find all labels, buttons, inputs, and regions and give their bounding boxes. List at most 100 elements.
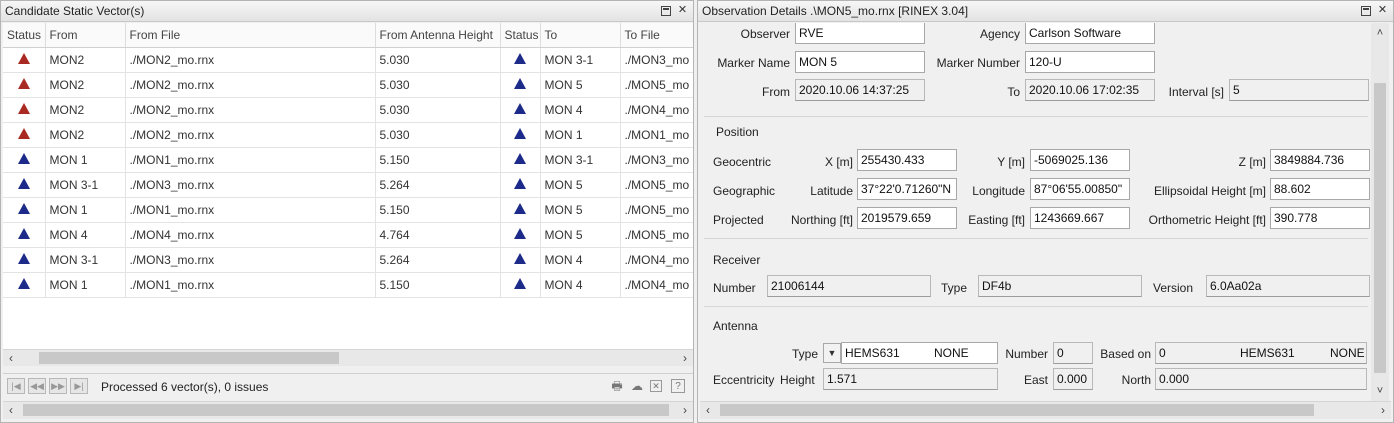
to-file-cell: ./MON3_mo — [620, 147, 693, 173]
next-page-icon[interactable]: ▶▶ — [49, 378, 67, 394]
x-field[interactable]: 255430.433 — [857, 149, 957, 171]
antenna-type-select[interactable]: HEMS631 NONE — [841, 342, 998, 364]
easting-field[interactable]: 1243669.667 — [1030, 207, 1130, 229]
agency-field[interactable]: Carlson Software — [1025, 23, 1155, 44]
table-row[interactable]: MON2 ./MON2_mo.rnx 5.030 MON 4 ./MON4_mo — [3, 97, 693, 123]
from-antenna-height-cell: 5.150 — [375, 197, 501, 223]
from-status-cell — [3, 247, 46, 273]
scrollbar-thumb[interactable] — [39, 352, 339, 364]
printer-icon[interactable]: 🖶 — [609, 378, 625, 394]
close-icon[interactable]: ✕ — [676, 4, 689, 17]
scroll-right-icon[interactable]: › — [677, 350, 693, 366]
prev-page-icon[interactable]: ◀◀ — [28, 378, 46, 394]
table-row[interactable]: MON2 ./MON2_mo.rnx 5.030 MON 1 ./MON1_mo — [3, 122, 693, 148]
col-header-from-status[interactable]: Status — [3, 23, 46, 48]
table-row[interactable]: MON 1 ./MON1_mo.rnx 5.150 MON 4 ./MON4_mo — [3, 272, 693, 298]
red-triangle-icon — [17, 127, 30, 139]
blue-triangle-icon — [514, 252, 526, 264]
col-header-to-status[interactable]: Status — [500, 23, 541, 48]
scrollbar-thumb[interactable] — [720, 404, 1314, 416]
geographic-label: Geographic — [713, 184, 776, 198]
vectors-table-area: Status From From File From Antenna Heigh… — [3, 23, 693, 349]
orthometric-height-field[interactable]: 390.778 — [1270, 207, 1370, 229]
scrollbar-thumb[interactable] — [23, 404, 669, 416]
scroll-up-icon[interactable]: ˄ — [1371, 25, 1389, 41]
blue-triangle-icon — [514, 127, 526, 139]
table-row[interactable]: MON2 ./MON2_mo.rnx 5.030 MON 5 ./MON5_mo — [3, 72, 693, 98]
marker-number-field[interactable]: 120-U — [1025, 51, 1155, 73]
chevron-down-icon[interactable]: ▼ — [823, 343, 841, 363]
panel-bottom-scrollbar[interactable]: ‹ › — [3, 401, 693, 419]
details-vertical-scrollbar[interactable]: ˄ ˅ — [1371, 23, 1389, 401]
from-status-cell — [3, 172, 46, 198]
based-on-label: Based on — [1100, 347, 1151, 361]
receiver-number-field: 21006144 — [767, 275, 931, 297]
to-status-cell — [500, 147, 541, 173]
scroll-right-icon[interactable]: › — [677, 402, 693, 418]
col-header-to[interactable]: To — [540, 23, 621, 48]
from-status-cell — [3, 122, 46, 148]
col-header-to-file[interactable]: To File — [620, 23, 693, 48]
table-row[interactable]: MON2 ./MON2_mo.rnx 5.030 MON 3-1 ./MON3_mo — [3, 47, 693, 73]
marker-number-label: Marker Number — [936, 56, 1020, 70]
marker-name-field[interactable]: MON 5 — [795, 51, 925, 73]
receiver-version-field: 6.0Aa02a — [1206, 275, 1370, 297]
export-icon[interactable]: ✕ — [650, 380, 662, 392]
scroll-right-icon[interactable]: › — [1375, 402, 1391, 418]
observation-details-panel: Observation Details .\MON5_mo.rnx [RINEX… — [697, 0, 1394, 423]
to-status-cell — [500, 247, 541, 273]
antenna-height-field: 1.571 — [823, 368, 998, 390]
table-horizontal-scrollbar[interactable]: ‹ › — [3, 349, 693, 366]
to-time-field: 2020.10.06 17:02:35 — [1025, 79, 1155, 101]
eccentricity-label: Eccentricity — [713, 373, 775, 387]
table-row[interactable]: MON 3-1 ./MON3_mo.rnx 5.264 MON 5 ./MON5_mo — [3, 172, 693, 198]
from-antenna-height-cell: 5.264 — [375, 247, 501, 273]
ellipsoidal-height-field[interactable]: 88.602 — [1270, 178, 1370, 200]
from-cell: MON 3-1 — [45, 247, 126, 273]
observer-field[interactable]: RVE — [795, 23, 925, 44]
from-antenna-height-cell: 5.264 — [375, 172, 501, 198]
based-on-field: 0 HEMS631 NONE — [1155, 342, 1367, 364]
from-file-cell: ./MON2_mo.rnx — [125, 72, 376, 98]
scroll-down-icon[interactable]: ˅ — [1371, 383, 1389, 399]
antenna-type-label: Type — [791, 347, 818, 361]
help-icon[interactable]: ? — [671, 379, 685, 393]
scroll-left-icon[interactable]: ‹ — [3, 402, 19, 418]
receiver-number-label: Number — [713, 281, 756, 295]
scroll-left-icon[interactable]: ‹ — [3, 350, 19, 366]
blue-triangle-icon — [17, 227, 30, 239]
restore-icon[interactable] — [661, 6, 671, 16]
table-row[interactable]: MON 3-1 ./MON3_mo.rnx 5.264 MON 4 ./MON4_mo — [3, 247, 693, 273]
close-icon[interactable]: ✕ — [1376, 4, 1389, 17]
table-row[interactable]: MON 4 ./MON4_mo.rnx 4.764 MON 5 ./MON5_mo — [3, 222, 693, 248]
col-header-from-antenna-height[interactable]: From Antenna Height — [375, 23, 501, 48]
to-file-cell: ./MON5_mo — [620, 222, 693, 248]
from-antenna-height-cell: 5.030 — [375, 47, 501, 73]
to-status-cell — [500, 97, 541, 123]
z-field[interactable]: 3849884.736 — [1270, 149, 1370, 171]
cloud-icon[interactable]: ☁ — [629, 378, 645, 394]
details-horizontal-scrollbar[interactable]: ‹ › — [700, 401, 1391, 419]
last-page-icon[interactable]: ▶| — [70, 378, 88, 394]
to-cell: MON 4 — [540, 247, 621, 273]
z-label: Z [m] — [1238, 155, 1266, 169]
latitude-field[interactable]: 37°22'0.71260"N — [857, 178, 957, 200]
from-cell: MON 1 — [45, 197, 126, 223]
position-section-title: Position — [716, 125, 759, 139]
col-header-from-file[interactable]: From File — [125, 23, 376, 48]
to-file-cell: ./MON5_mo — [620, 172, 693, 198]
northing-field[interactable]: 2019579.659 — [857, 207, 957, 229]
longitude-field[interactable]: 87°06'55.00850" — [1030, 178, 1130, 200]
scroll-left-icon[interactable]: ‹ — [700, 402, 716, 418]
restore-icon[interactable] — [1361, 6, 1371, 16]
scrollbar-thumb[interactable] — [1374, 83, 1386, 373]
table-row[interactable]: MON 1 ./MON1_mo.rnx 5.150 MON 3-1 ./MON3_mo — [3, 147, 693, 173]
from-antenna-height-cell: 5.150 — [375, 147, 501, 173]
first-page-icon[interactable]: |◀ — [7, 378, 25, 394]
antenna-north-field: 0.000 — [1155, 368, 1367, 390]
col-header-from[interactable]: From — [45, 23, 126, 48]
table-row[interactable]: MON 1 ./MON1_mo.rnx 5.150 MON 5 ./MON5_mo — [3, 197, 693, 223]
y-field[interactable]: -5069025.136 — [1030, 149, 1130, 171]
based-on-number: 0 — [1159, 346, 1166, 360]
observer-label: Observer — [740, 27, 790, 41]
